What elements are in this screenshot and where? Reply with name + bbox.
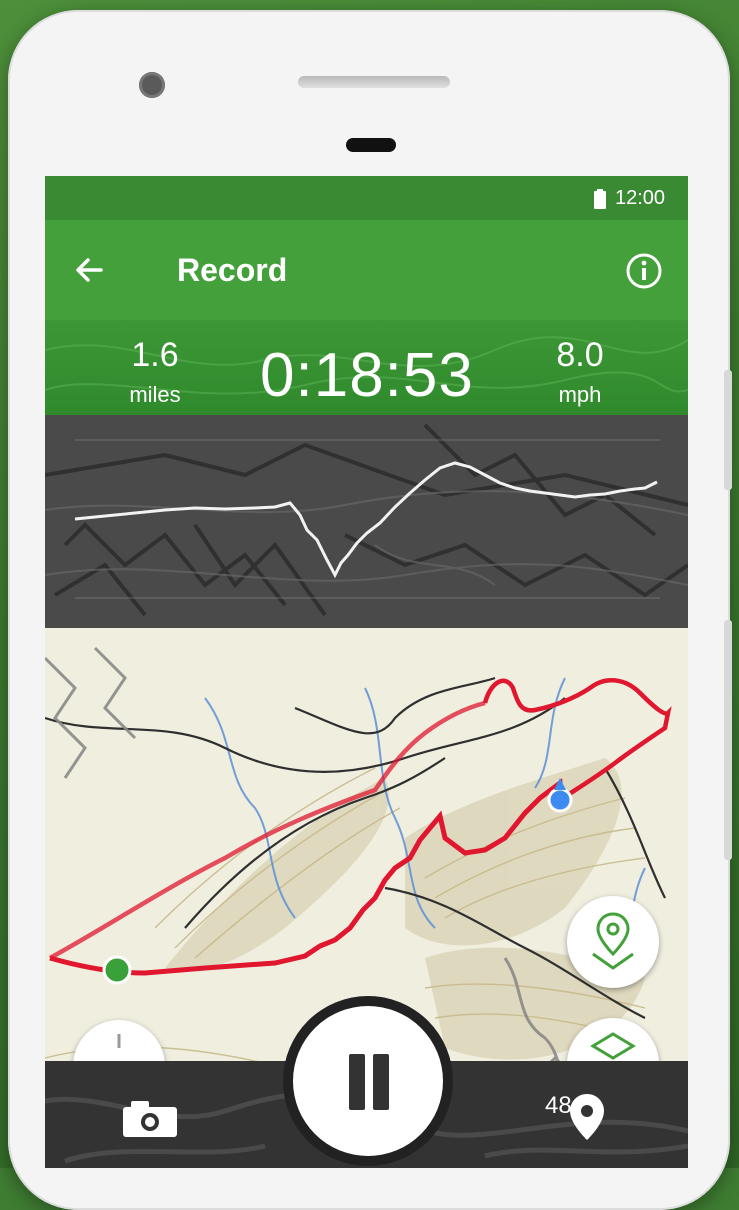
volume-button — [724, 620, 732, 860]
pause-button[interactable] — [293, 1006, 443, 1156]
status-time: 12:00 — [615, 187, 666, 209]
pause-icon — [349, 1054, 365, 1110]
elevation-profile — [45, 415, 688, 628]
status-bar: 12:00 — [45, 176, 688, 220]
distance-unit: miles — [129, 382, 181, 407]
speaker-grill — [298, 76, 450, 88]
arrow-back-icon[interactable] — [69, 250, 109, 290]
page-title: Record — [177, 252, 288, 288]
power-button — [724, 370, 732, 490]
map-pin-icon[interactable] — [570, 1094, 604, 1140]
app-screen: 12:00 Record 1.6 miles 0:18:53 8.0 mph 4… — [45, 176, 688, 1168]
info-icon[interactable] — [625, 252, 663, 290]
current-location-dot — [547, 787, 573, 813]
camera-icon[interactable] — [123, 1101, 177, 1137]
pause-icon-bar — [373, 1054, 389, 1110]
speed-value: 8.0 — [556, 336, 604, 374]
app-bar: Record — [45, 220, 688, 320]
start-marker — [102, 955, 132, 985]
add-waypoint-fab[interactable] — [567, 896, 659, 988]
distance-value: 1.6 — [131, 336, 179, 374]
front-camera — [139, 72, 165, 98]
overlay-number: 48 — [545, 1092, 572, 1119]
location-pin-plane-icon — [592, 912, 634, 970]
elevation-profile-graph — [45, 415, 688, 628]
stats-panel: 1.6 miles 0:18:53 8.0 mph — [45, 320, 688, 415]
speed-unit: mph — [558, 382, 602, 407]
elapsed-time: 0:18:53 — [260, 341, 474, 410]
earpiece — [346, 138, 396, 152]
battery-full-icon — [594, 189, 606, 209]
